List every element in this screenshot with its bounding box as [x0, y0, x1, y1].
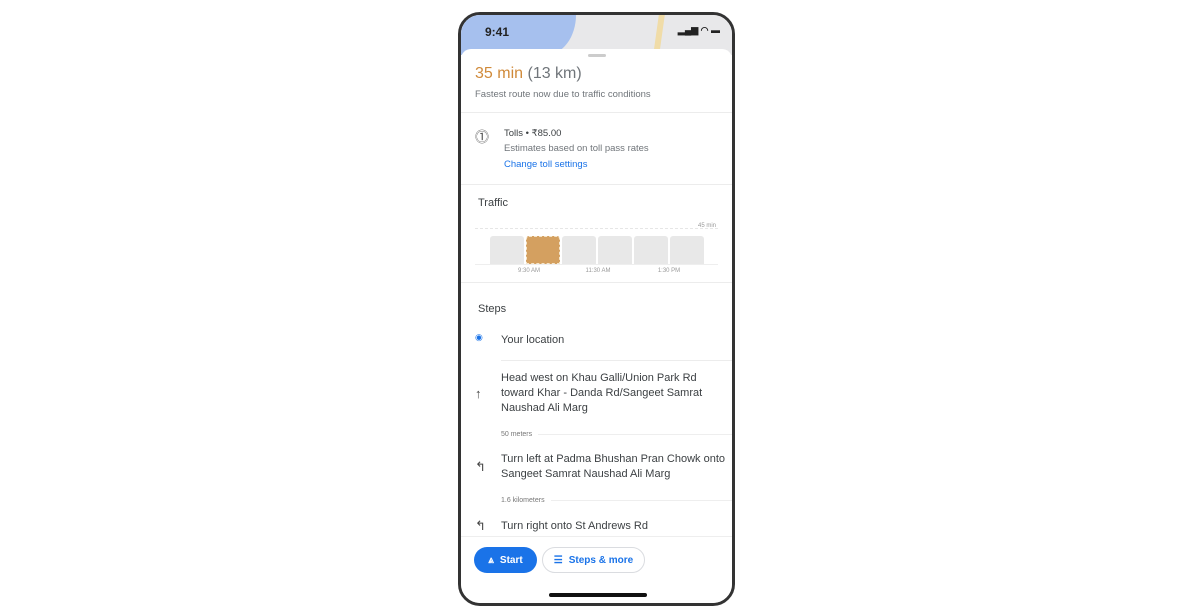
max-label: 45 min — [697, 223, 716, 229]
start-button[interactable]: ⩓ Start — [474, 547, 537, 573]
max-gridline — [475, 228, 718, 229]
turn-right-icon: ↰ — [475, 518, 486, 533]
arrow-up-icon: ↑ — [475, 386, 482, 401]
tick-label: 11:30 AM — [585, 268, 611, 274]
directions-sheet: 35 min (13 km) Fastest route now due to … — [461, 49, 732, 603]
change-toll-settings-link[interactable]: Change toll settings — [504, 157, 587, 172]
tick-label: 1:30 PM — [657, 268, 681, 274]
route-note: Fastest route now due to traffic conditi… — [475, 89, 651, 100]
tolls-subtitle: Estimates based on toll pass rates — [504, 143, 649, 154]
list-icon: ☰ — [553, 554, 563, 566]
traffic-bar[interactable] — [634, 236, 668, 264]
distance-label: 50 meters — [501, 431, 533, 438]
step-item[interactable]: Head west on Khau Galli/Union Park Rd to… — [501, 371, 726, 416]
steps-more-label: Steps & more — [568, 554, 634, 566]
divider — [461, 282, 732, 283]
steps-title: Steps — [478, 303, 507, 315]
drag-handle[interactable] — [588, 54, 606, 57]
chart-baseline — [475, 264, 718, 265]
navigation-icon: ⩓ — [488, 554, 494, 566]
start-label: Start — [499, 554, 523, 566]
traffic-bar[interactable] — [562, 236, 596, 264]
status-time: 9:41 — [485, 25, 510, 39]
tolls-title: Tolls • ₹85.00 — [504, 128, 562, 139]
divider — [461, 112, 732, 113]
status-icons: ▂▄▆ ◠ ▬ — [677, 25, 720, 35]
traffic-bar[interactable] — [598, 236, 632, 264]
divider — [501, 360, 732, 361]
traffic-bar[interactable] — [490, 236, 524, 264]
tick-label: 9:30 AM — [517, 268, 541, 274]
divider — [461, 184, 732, 185]
location-dot-icon: ◉ — [475, 332, 483, 342]
step-item[interactable]: Turn right onto St Andrews Rd — [501, 519, 726, 534]
traffic-bar[interactable] — [670, 236, 704, 264]
phone-frame: 9:41 ▂▄▆ ◠ ▬ 35 min (13 km) Fastest rout… — [458, 12, 735, 606]
step-distance: 1.6 kilometers — [501, 497, 732, 504]
route-summary: 35 min (13 km) — [475, 65, 582, 83]
step-item[interactable]: Your location — [501, 333, 726, 348]
turn-left-icon: ↰ — [475, 459, 486, 474]
duration: 35 min — [475, 65, 524, 82]
steps-more-button[interactable]: ☰ Steps & more — [542, 547, 645, 573]
distance: (13 km) — [527, 65, 582, 82]
step-distance: 50 meters — [501, 431, 732, 438]
home-indicator[interactable] — [549, 593, 647, 597]
bottom-divider — [461, 536, 732, 537]
step-item[interactable]: Turn left at Padma Bhushan Pran Chowk on… — [501, 452, 726, 482]
traffic-title: Traffic — [478, 197, 508, 209]
toll-coins-icon: ⓵ — [475, 129, 489, 145]
traffic-bar[interactable] — [526, 236, 560, 264]
distance-label: 1.6 kilometers — [501, 497, 545, 504]
